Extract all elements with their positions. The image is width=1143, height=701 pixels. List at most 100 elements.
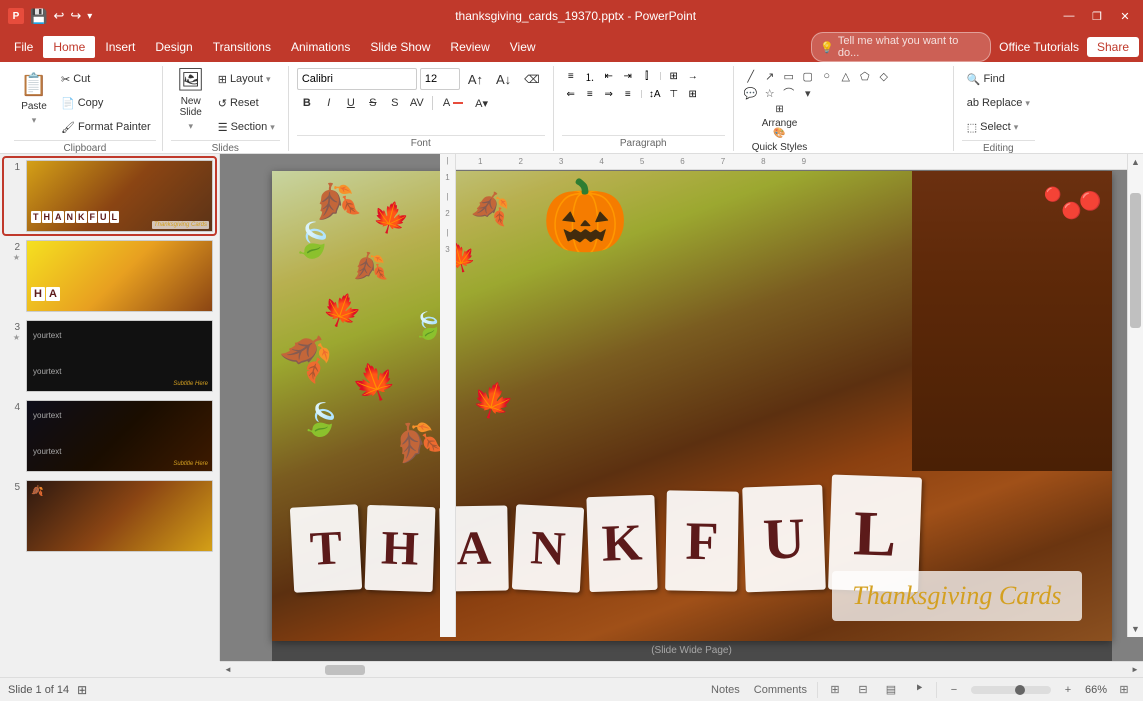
menu-insert[interactable]: Insert xyxy=(95,36,145,58)
customize-icon[interactable]: ▾ xyxy=(87,11,92,22)
shape-rounded-rect[interactable]: ▢ xyxy=(799,68,817,84)
menu-review[interactable]: Review xyxy=(440,36,499,58)
slide-canvas[interactable]: 🍂 🍁 🍃 🍂 🍁 🍃 🍂 🍁 🎃 xyxy=(272,171,1112,641)
font-name-input[interactable] xyxy=(297,68,417,90)
scroll-up-button[interactable]: ▲ xyxy=(1128,154,1143,170)
replace-button[interactable]: abReplace ▾ xyxy=(962,92,1035,114)
reset-button[interactable]: ↺Reset xyxy=(213,92,280,114)
undo-icon[interactable]: ↩ xyxy=(53,8,64,24)
cut-button[interactable]: ✂Cut xyxy=(56,68,156,90)
menu-transitions[interactable]: Transitions xyxy=(203,36,281,58)
slide-thumb-1[interactable]: 1 T H A N K F U L Thanksgiving Cards xyxy=(4,158,215,234)
save-icon[interactable]: 💾 xyxy=(30,8,47,25)
scroll-down-button[interactable]: ▼ xyxy=(1128,621,1143,637)
layout-button[interactable]: ⊞Layout ▾ xyxy=(213,68,280,90)
decrease-font-button[interactable]: A↓ xyxy=(491,68,516,90)
search-box[interactable]: 💡 Tell me what you want to do... xyxy=(811,32,991,62)
copy-button[interactable]: 📄Copy xyxy=(56,92,156,114)
reading-view-button[interactable]: ▤ xyxy=(880,679,902,701)
h-scrollbar[interactable]: ◄ ► xyxy=(220,661,1143,677)
zoom-in-button[interactable]: + xyxy=(1057,679,1079,701)
menu-slideshow[interactable]: Slide Show xyxy=(360,36,440,58)
shape-triangle[interactable]: △ xyxy=(837,68,855,84)
smart-art-button[interactable]: ⊞ xyxy=(665,68,683,84)
zoom-slider[interactable] xyxy=(971,686,1051,694)
shape-curve[interactable]: ⌒ xyxy=(780,85,798,101)
increase-font-button[interactable]: A↑ xyxy=(463,68,488,90)
h-scroll-thumb[interactable] xyxy=(325,665,365,675)
office-tutorials-link[interactable]: Office Tutorials xyxy=(999,40,1079,54)
notes-button[interactable]: Notes xyxy=(707,679,744,701)
zoom-thumb[interactable] xyxy=(1015,685,1025,695)
share-button[interactable]: Share xyxy=(1087,37,1139,57)
align-center-button[interactable]: ≡ xyxy=(581,86,599,102)
bold-button[interactable]: B xyxy=(297,93,317,113)
justify-button[interactable]: ≡ xyxy=(619,86,637,102)
scroll-track[interactable] xyxy=(1128,170,1143,621)
shape-arrow[interactable]: ↗ xyxy=(761,68,779,84)
shape-diamond[interactable]: ◇ xyxy=(875,68,893,84)
italic-button[interactable]: I xyxy=(319,93,339,113)
slide-thumb-3[interactable]: 3 ★ yourtext yourtext Subtitle Here xyxy=(4,318,215,394)
menu-view[interactable]: View xyxy=(500,36,546,58)
menu-home[interactable]: Home xyxy=(43,36,95,58)
scroll-thumb[interactable] xyxy=(1130,193,1141,328)
align-left-button[interactable]: ⇐ xyxy=(562,86,580,102)
restore-button[interactable]: ❐ xyxy=(1087,6,1107,26)
arrange-button[interactable]: ⊞Arrange xyxy=(746,101,814,131)
find-button[interactable]: 🔍Find xyxy=(962,68,1035,90)
columns-button[interactable]: ⫿ xyxy=(638,68,656,84)
menu-design[interactable]: Design xyxy=(145,36,202,58)
slideshow-button[interactable]: ⯈ xyxy=(908,679,930,701)
select-button[interactable]: ⬚Select ▾ xyxy=(962,116,1035,138)
convert-button[interactable]: → xyxy=(684,68,702,84)
shadow-button[interactable]: S xyxy=(385,93,405,113)
shape-rect[interactable]: ▭ xyxy=(780,68,798,84)
minimize-button[interactable]: — xyxy=(1059,6,1079,26)
comments-button[interactable]: Comments xyxy=(750,679,811,701)
slide-panel[interactable]: 1 T H A N K F U L Thanksgiving Cards 2 xyxy=(0,154,220,661)
zoom-out-button[interactable]: − xyxy=(943,679,965,701)
scroll-left-button[interactable]: ◄ xyxy=(220,662,236,678)
char-spacing-button[interactable]: AV xyxy=(407,93,427,113)
slide-sorter-button[interactable]: ⊟ xyxy=(852,679,874,701)
new-slide-button[interactable]: 🖼 New Slide ▾ xyxy=(171,68,211,130)
clear-format-button[interactable]: ⌫ xyxy=(519,68,545,90)
fit-slide-button[interactable]: ⊞ xyxy=(1113,679,1135,701)
h-scroll-track[interactable] xyxy=(236,662,1127,677)
slide-thumb-5[interactable]: 5 🍂 xyxy=(4,478,215,554)
menu-file[interactable]: File xyxy=(4,36,43,58)
shape-pentagon[interactable]: ⬠ xyxy=(856,68,874,84)
slide-thumb-2[interactable]: 2 ★ H A xyxy=(4,238,215,314)
zoom-percentage[interactable]: 66% xyxy=(1085,684,1107,696)
decrease-indent-button[interactable]: ⇤ xyxy=(600,68,618,84)
right-scrollbar[interactable]: ▲ ▼ xyxy=(1127,154,1143,637)
shape-star[interactable]: ☆ xyxy=(761,85,779,101)
shape-line[interactable]: ╱ xyxy=(742,68,760,84)
numbered-list-button[interactable]: ⒈ xyxy=(581,68,599,84)
redo-icon[interactable]: ↪ xyxy=(70,8,81,24)
bullets-button[interactable]: ≡ xyxy=(562,68,580,84)
paste-button[interactable]: 📋 Paste ▾ xyxy=(14,68,54,130)
strikethrough-button[interactable]: S xyxy=(363,93,383,113)
shape-oval[interactable]: ○ xyxy=(818,68,836,84)
align-text-button[interactable]: ⊤ xyxy=(665,86,683,102)
font-size-input[interactable] xyxy=(420,68,460,90)
scroll-right-button[interactable]: ► xyxy=(1127,662,1143,678)
format-painter-button[interactable]: 🖌Format Painter xyxy=(56,116,156,138)
normal-view-button[interactable]: ⊞ xyxy=(824,679,846,701)
align-right-button[interactable]: ⇒ xyxy=(600,86,618,102)
smartart-convert-button[interactable]: ⊞ xyxy=(684,86,702,102)
slide-panel-icon[interactable]: ⊞ xyxy=(77,683,87,697)
menu-animations[interactable]: Animations xyxy=(281,36,360,58)
font-color-button[interactable]: A xyxy=(438,92,468,114)
close-button[interactable]: ✕ xyxy=(1115,6,1135,26)
text-highlight-button[interactable]: A▾ xyxy=(470,92,493,114)
shape-more[interactable]: ▾ xyxy=(799,85,817,101)
increase-indent-button[interactable]: ⇥ xyxy=(619,68,637,84)
slide-thumb-4[interactable]: 4 yourtext yourtext Subtitle Here xyxy=(4,398,215,474)
underline-button[interactable]: U xyxy=(341,93,361,113)
section-button[interactable]: ☰Section ▾ xyxy=(213,116,280,138)
text-direction-button[interactable]: ↕A xyxy=(646,86,664,102)
shape-callout[interactable]: 💬 xyxy=(742,85,760,101)
